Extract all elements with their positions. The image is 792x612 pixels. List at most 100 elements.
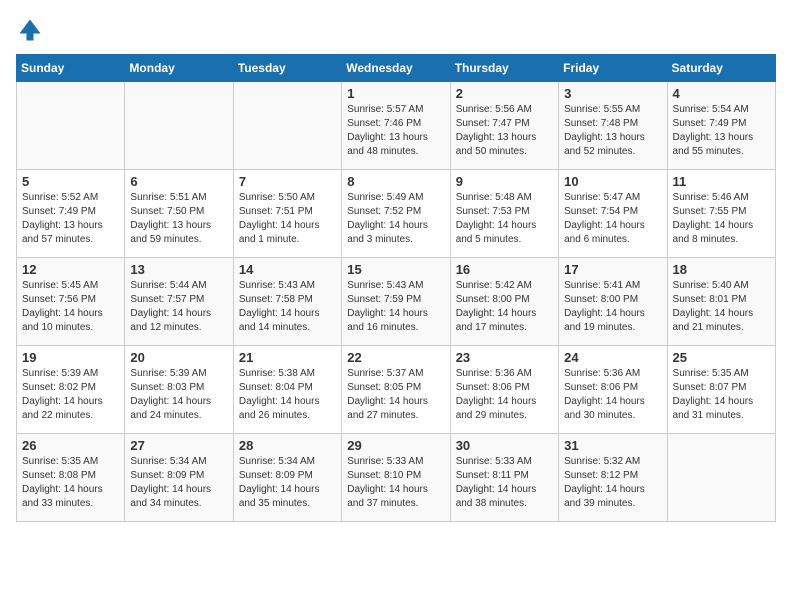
day-number: 3 [564,86,661,101]
day-content: Sunrise: 5:36 AM Sunset: 8:06 PM Dayligh… [456,367,553,423]
header-monday: Monday [125,55,233,82]
week-row-1: 1 Sunrise: 5:57 AM Sunset: 7:46 PM Daylig… [17,82,776,170]
day-cell: 16 Sunrise: 5:42 AM Sunset: 8:00 PM Dayli… [450,258,558,346]
day-content: Sunrise: 5:41 AM Sunset: 8:00 PM Dayligh… [564,279,661,335]
day-number: 16 [456,262,553,277]
day-cell: 30Sunrise: 5:33 AM Sunset: 8:11 PM Dayli… [450,434,558,522]
day-number: 11 [673,174,770,189]
day-cell: 19 Sunrise: 5:39 AM Sunset: 8:02 PM Dayli… [17,346,125,434]
day-content: Sunrise: 5:40 AM Sunset: 8:01 PM Dayligh… [673,279,770,335]
day-number: 31 [564,438,661,453]
day-number: 29 [347,438,444,453]
day-cell: 7 Sunrise: 5:50 AM Sunset: 7:51 PM Daylig… [233,170,341,258]
day-number: 20 [130,350,227,365]
day-number: 1 [347,86,444,101]
logo [16,16,48,44]
day-cell: 27 Sunrise: 5:34 AM Sunset: 8:09 PM Dayli… [125,434,233,522]
day-content: Sunrise: 5:33 AM Sunset: 8:10 PM Dayligh… [347,455,444,511]
day-cell [667,434,775,522]
day-number: 26 [22,438,119,453]
day-number: 5 [22,174,119,189]
day-number: 14 [239,262,336,277]
day-content: Sunrise: 5:51 AM Sunset: 7:50 PM Dayligh… [130,191,227,247]
page-header [16,16,776,44]
day-cell: 6 Sunrise: 5:51 AM Sunset: 7:50 PM Daylig… [125,170,233,258]
day-content: Sunrise: 5:55 AM Sunset: 7:48 PM Dayligh… [564,103,661,159]
week-row-4: 19 Sunrise: 5:39 AM Sunset: 8:02 PM Dayli… [17,346,776,434]
header-saturday: Saturday [667,55,775,82]
day-number: 23 [456,350,553,365]
day-content: Sunrise: 5:32 AM Sunset: 8:12 PM Dayligh… [564,455,661,511]
day-number: 9 [456,174,553,189]
day-content: Sunrise: 5:37 AM Sunset: 8:05 PM Dayligh… [347,367,444,423]
day-cell: 26 Sunrise: 5:35 AM Sunset: 8:08 PM Dayli… [17,434,125,522]
day-content: Sunrise: 5:52 AM Sunset: 7:49 PM Dayligh… [22,191,119,247]
day-cell: 1 Sunrise: 5:57 AM Sunset: 7:46 PM Daylig… [342,82,450,170]
day-content: Sunrise: 5:43 AM Sunset: 7:59 PM Dayligh… [347,279,444,335]
day-cell [17,82,125,170]
day-content: Sunrise: 5:35 AM Sunset: 8:08 PM Dayligh… [22,455,119,511]
calendar-table: SundayMondayTuesdayWednesdayThursdayFrid… [16,54,776,522]
day-content: Sunrise: 5:54 AM Sunset: 7:49 PM Dayligh… [673,103,770,159]
day-cell: 18 Sunrise: 5:40 AM Sunset: 8:01 PM Dayli… [667,258,775,346]
day-number: 7 [239,174,336,189]
header-thursday: Thursday [450,55,558,82]
day-content: Sunrise: 5:39 AM Sunset: 8:03 PM Dayligh… [130,367,227,423]
day-content: Sunrise: 5:34 AM Sunset: 8:09 PM Dayligh… [239,455,336,511]
day-content: Sunrise: 5:43 AM Sunset: 7:58 PM Dayligh… [239,279,336,335]
week-row-2: 5 Sunrise: 5:52 AM Sunset: 7:49 PM Daylig… [17,170,776,258]
day-number: 6 [130,174,227,189]
day-content: Sunrise: 5:39 AM Sunset: 8:02 PM Dayligh… [22,367,119,423]
day-cell: 22 Sunrise: 5:37 AM Sunset: 8:05 PM Dayli… [342,346,450,434]
day-cell: 17 Sunrise: 5:41 AM Sunset: 8:00 PM Dayli… [559,258,667,346]
day-cell: 31 Sunrise: 5:32 AM Sunset: 8:12 PM Dayli… [559,434,667,522]
day-number: 19 [22,350,119,365]
day-content: Sunrise: 5:47 AM Sunset: 7:54 PM Dayligh… [564,191,661,247]
header-friday: Friday [559,55,667,82]
day-content: Sunrise: 5:35 AM Sunset: 8:07 PM Dayligh… [673,367,770,423]
day-content: Sunrise: 5:38 AM Sunset: 8:04 PM Dayligh… [239,367,336,423]
day-cell: 3 Sunrise: 5:55 AM Sunset: 7:48 PM Daylig… [559,82,667,170]
week-row-3: 12 Sunrise: 5:45 AM Sunset: 7:56 PM Dayli… [17,258,776,346]
day-cell: 9 Sunrise: 5:48 AM Sunset: 7:53 PM Daylig… [450,170,558,258]
day-content: Sunrise: 5:44 AM Sunset: 7:57 PM Dayligh… [130,279,227,335]
day-number: 15 [347,262,444,277]
day-content: Sunrise: 5:56 AM Sunset: 7:47 PM Dayligh… [456,103,553,159]
day-cell: 2Sunrise: 5:56 AM Sunset: 7:47 PM Daylig… [450,82,558,170]
day-cell [233,82,341,170]
day-number: 17 [564,262,661,277]
day-cell: 10Sunrise: 5:47 AM Sunset: 7:54 PM Dayli… [559,170,667,258]
day-cell: 21 Sunrise: 5:38 AM Sunset: 8:04 PM Dayli… [233,346,341,434]
day-content: Sunrise: 5:34 AM Sunset: 8:09 PM Dayligh… [130,455,227,511]
day-cell: 8Sunrise: 5:49 AM Sunset: 7:52 PM Daylig… [342,170,450,258]
day-number: 28 [239,438,336,453]
day-number: 21 [239,350,336,365]
day-number: 25 [673,350,770,365]
day-content: Sunrise: 5:48 AM Sunset: 7:53 PM Dayligh… [456,191,553,247]
day-cell: 29 Sunrise: 5:33 AM Sunset: 8:10 PM Dayli… [342,434,450,522]
day-content: Sunrise: 5:45 AM Sunset: 7:56 PM Dayligh… [22,279,119,335]
header-tuesday: Tuesday [233,55,341,82]
day-cell: 24Sunrise: 5:36 AM Sunset: 8:06 PM Dayli… [559,346,667,434]
day-number: 13 [130,262,227,277]
day-content: Sunrise: 5:50 AM Sunset: 7:51 PM Dayligh… [239,191,336,247]
day-cell: 20 Sunrise: 5:39 AM Sunset: 8:03 PM Dayli… [125,346,233,434]
day-cell: 4Sunrise: 5:54 AM Sunset: 7:49 PM Daylig… [667,82,775,170]
day-content: Sunrise: 5:57 AM Sunset: 7:46 PM Dayligh… [347,103,444,159]
day-number: 27 [130,438,227,453]
day-cell: 11 Sunrise: 5:46 AM Sunset: 7:55 PM Dayli… [667,170,775,258]
header-wednesday: Wednesday [342,55,450,82]
day-cell [125,82,233,170]
day-number: 22 [347,350,444,365]
day-cell: 15 Sunrise: 5:43 AM Sunset: 7:59 PM Dayli… [342,258,450,346]
day-number: 12 [22,262,119,277]
day-cell: 28 Sunrise: 5:34 AM Sunset: 8:09 PM Dayli… [233,434,341,522]
day-cell: 25 Sunrise: 5:35 AM Sunset: 8:07 PM Dayli… [667,346,775,434]
day-content: Sunrise: 5:33 AM Sunset: 8:11 PM Dayligh… [456,455,553,511]
day-content: Sunrise: 5:46 AM Sunset: 7:55 PM Dayligh… [673,191,770,247]
day-cell: 14 Sunrise: 5:43 AM Sunset: 7:58 PM Dayli… [233,258,341,346]
day-content: Sunrise: 5:42 AM Sunset: 8:00 PM Dayligh… [456,279,553,335]
day-number: 8 [347,174,444,189]
day-number: 18 [673,262,770,277]
day-number: 24 [564,350,661,365]
